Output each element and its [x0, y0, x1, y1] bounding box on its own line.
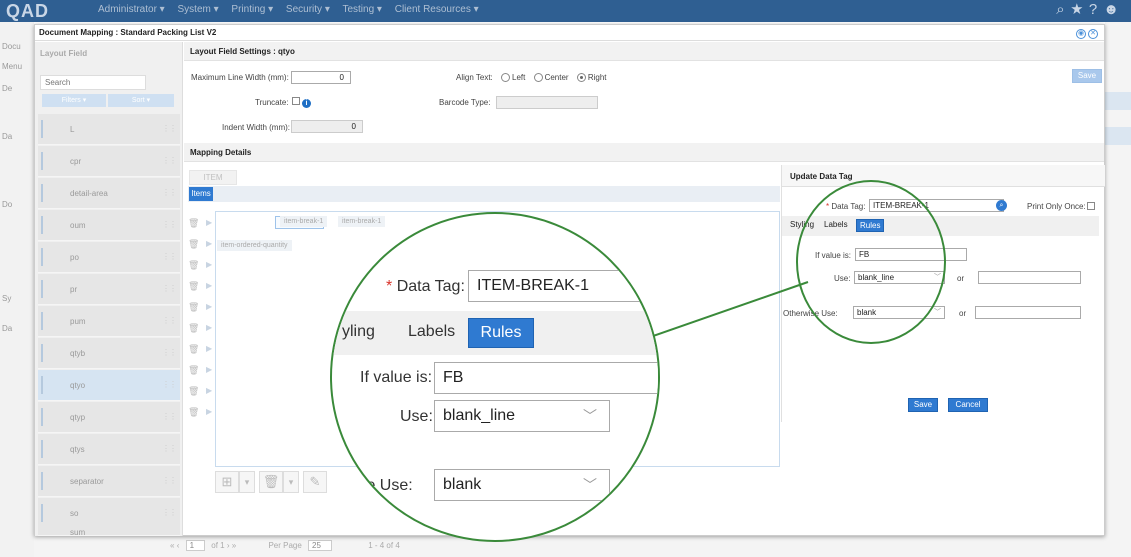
chevron-down-icon: ﹀ — [583, 408, 597, 424]
zoom-source-circle — [796, 180, 946, 344]
chevron-down-icon: ﹀ — [583, 477, 597, 493]
magnified-otherwise-value: blank — [443, 476, 482, 493]
magnifier-circle: * Data Tag: ITEM-BREAK-1 yling Labels Ru… — [330, 212, 660, 542]
magnified-data-tag-input: ITEM-BREAK-1 — [468, 270, 658, 302]
magnified-otherwise-select: blank ﹀ — [434, 469, 610, 501]
magnified-if-value-input: FB — [434, 362, 658, 394]
magnified-data-tag-label-text: Data Tag: — [396, 278, 465, 295]
magnified-data-tag-label: * Data Tag: — [386, 278, 465, 295]
magnified-tab-rules: Rules — [468, 318, 534, 348]
magnified-if-value-label: If value is: — [360, 369, 433, 386]
magnified-otherwise-label: rwise Use: — [338, 477, 413, 494]
connector-line — [632, 281, 809, 344]
magnified-tab-styling: yling — [342, 323, 375, 340]
magnified-tab-labels: Labels — [408, 323, 456, 340]
magnified-use-value: blank_line — [443, 407, 516, 424]
magnified-use-label: Use: — [400, 408, 433, 425]
magnified-use-select: blank_line ﹀ — [434, 400, 610, 432]
